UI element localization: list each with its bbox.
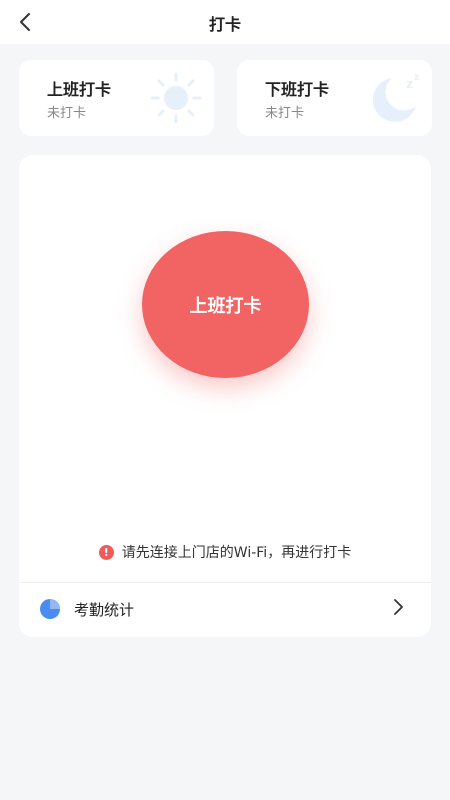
clock-in-status: 未打卡 — [47, 106, 87, 121]
pie-chart-icon — [39, 598, 61, 620]
svg-text:z: z — [414, 73, 419, 83]
moon-sleep-icon: z z — [362, 66, 426, 130]
attendance-stats-row[interactable]: 考勤统计 — [19, 583, 431, 637]
clock-in-title: 上班打卡 — [47, 80, 112, 99]
page-title: 打卡 — [208, 15, 241, 34]
attendance-stats-label: 考勤统计 — [74, 601, 135, 619]
warning-icon: ! — [98, 544, 114, 560]
svg-text:z: z — [406, 77, 413, 91]
clock-in-punch-button[interactable]: 上班打卡 — [142, 231, 309, 378]
punch-card-panel: 上班打卡 ! 请先连接上门店的Wi-Fi，再进行打卡 考勤统计 — [19, 155, 431, 637]
clock-in-status-card: 上班打卡 未打卡 — [19, 60, 214, 136]
sun-icon — [144, 66, 208, 130]
wifi-notice: ! 请先连接上门店的Wi-Fi，再进行打卡 — [19, 542, 431, 562]
chevron-right-icon — [391, 597, 405, 617]
clock-out-title: 下班打卡 — [265, 80, 330, 99]
clock-out-status: 未打卡 — [265, 106, 305, 121]
wifi-notice-text: 请先连接上门店的Wi-Fi，再进行打卡 — [121, 545, 352, 561]
top-nav-bar: 打卡 — [0, 0, 450, 44]
clock-out-status-card: 下班打卡 未打卡 z z — [237, 60, 432, 136]
